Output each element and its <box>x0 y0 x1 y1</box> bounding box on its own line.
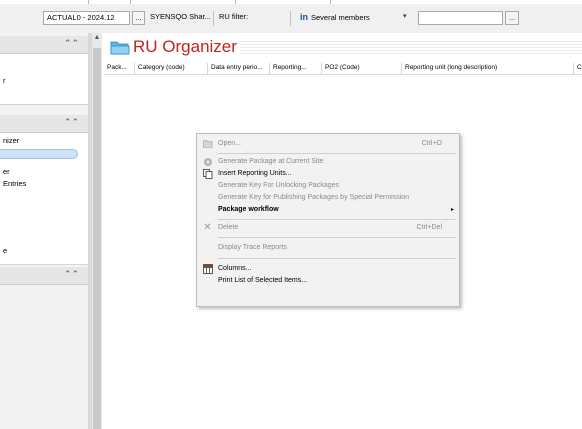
ru-filter-label: RU filter: <box>219 12 249 21</box>
members-value: Several members <box>311 13 370 22</box>
menu-separator <box>218 219 456 220</box>
toolbar-separator <box>213 11 214 26</box>
column-header[interactable]: Reporting... <box>270 63 322 74</box>
menu-item-label: Delete <box>218 224 239 231</box>
menu-item-label: Generate Key for Publishing Packages by … <box>218 194 410 201</box>
section-header[interactable]: ⌃⌃ <box>0 36 88 54</box>
menu-item-label: Insert Reporting Units... <box>218 170 292 177</box>
collapse-icon[interactable]: ⌃⌃ <box>64 269 79 280</box>
menu-item-display-trace-reports[interactable]: Display Trace Reports <box>197 243 459 253</box>
insert-icon <box>202 169 213 179</box>
page-title: RU Organizer <box>133 37 237 56</box>
column-header[interactable]: PO2 (Code) <box>322 63 402 74</box>
column-header[interactable]: C <box>574 63 582 74</box>
filter-input[interactable] <box>418 11 503 25</box>
menu-item-label: Package workflow <box>218 206 279 213</box>
menu-item-delete[interactable]: ✕ Delete Ctrl+Del <box>197 223 459 233</box>
menu-separator <box>218 153 456 154</box>
navigation-panel: ⌃⌃ r ⌃⌃ nizer er Entries e ⌃⌃ <box>0 33 88 429</box>
menu-item-generate-unlock-key[interactable]: Generate Key For Unlocking Packages <box>197 181 459 191</box>
menu-item-label: Generate Package at Current Site <box>218 158 324 165</box>
nav-item-selected[interactable] <box>0 149 78 159</box>
section-body: nizer er Entries e <box>0 133 88 265</box>
shortcut-label: Ctrl+O <box>421 140 442 147</box>
menu-item-label: Columns... <box>218 265 252 272</box>
menu-item-print-list[interactable]: Print List of Selected Items... <box>197 276 459 286</box>
nav-item-entries[interactable]: Entries <box>3 179 26 188</box>
column-header[interactable]: Data entry perio... <box>208 63 270 74</box>
menu-item-columns[interactable]: Columns... <box>197 264 459 274</box>
period-browse-button[interactable]: ... <box>132 11 145 25</box>
column-header[interactable]: Pack... <box>104 63 135 74</box>
menu-item-open[interactable]: Open... Ctrl+O <box>197 139 459 149</box>
menu-item-package-workflow[interactable]: Package workflow ▸ <box>197 205 459 215</box>
period-field[interactable]: ACTUAL0 - 2024.12 <box>43 11 130 25</box>
scroll-up-icon[interactable]: ▲ <box>92 34 102 41</box>
filter-toolbar: ACTUAL0 - 2024.12 ... SYENSQO Shar... RU… <box>0 4 582 34</box>
menu-separator <box>218 258 456 259</box>
folder-icon <box>110 41 130 55</box>
nav-item[interactable]: er <box>3 167 10 176</box>
members-selector[interactable]: in Several members <box>297 11 387 25</box>
nav-item[interactable]: e <box>3 246 7 255</box>
menu-item-label: Generate Key For Unlocking Packages <box>218 182 340 189</box>
section-header[interactable]: ⌃⌃ <box>0 267 88 285</box>
section-header[interactable]: ⌃⌃ <box>0 115 88 133</box>
scrollbar-thumb[interactable] <box>93 48 101 429</box>
column-header[interactable]: Category (code) <box>135 63 208 74</box>
shortcut-label: Ctrl+Del <box>416 224 442 231</box>
column-header[interactable]: Reporting unit (long description) <box>402 63 574 74</box>
header-divider <box>104 74 582 75</box>
toolbar-separator <box>290 11 291 26</box>
nav-item[interactable]: r <box>3 76 6 85</box>
delete-icon: ✕ <box>203 222 212 233</box>
section-body: r <box>0 54 88 105</box>
collapse-icon[interactable]: ⌃⌃ <box>64 38 79 49</box>
generate-icon <box>202 157 213 167</box>
header-decoration <box>240 41 582 55</box>
context-menu: Open... Ctrl+O Generate Package at Curre… <box>196 133 460 307</box>
open-folder-icon <box>202 139 213 149</box>
menu-item-generate-package[interactable]: Generate Package at Current Site <box>197 157 459 167</box>
menu-item-label: Print List of Selected Items... <box>218 277 308 284</box>
chevron-down-icon[interactable]: ▾ <box>403 12 407 20</box>
menu-item-label: Display Trace Reports <box>218 244 287 251</box>
columns-icon <box>202 264 213 274</box>
entity-filter-field[interactable]: SYENSQO Shar... <box>147 11 211 25</box>
nav-item-ru-organizer[interactable]: nizer <box>3 136 19 145</box>
menu-separator <box>218 237 456 238</box>
filter-browse-button[interactable]: ... <box>505 11 519 25</box>
menu-item-generate-publish-key[interactable]: Generate Key for Publishing Packages by … <box>197 193 459 203</box>
collapse-icon[interactable]: ⌃⌃ <box>64 117 79 128</box>
submenu-arrow-icon: ▸ <box>450 207 454 213</box>
menu-item-label: Open... <box>218 140 241 147</box>
menu-item-insert-reporting-units[interactable]: Insert Reporting Units... <box>197 169 459 179</box>
linkedin-icon: in <box>300 12 308 22</box>
